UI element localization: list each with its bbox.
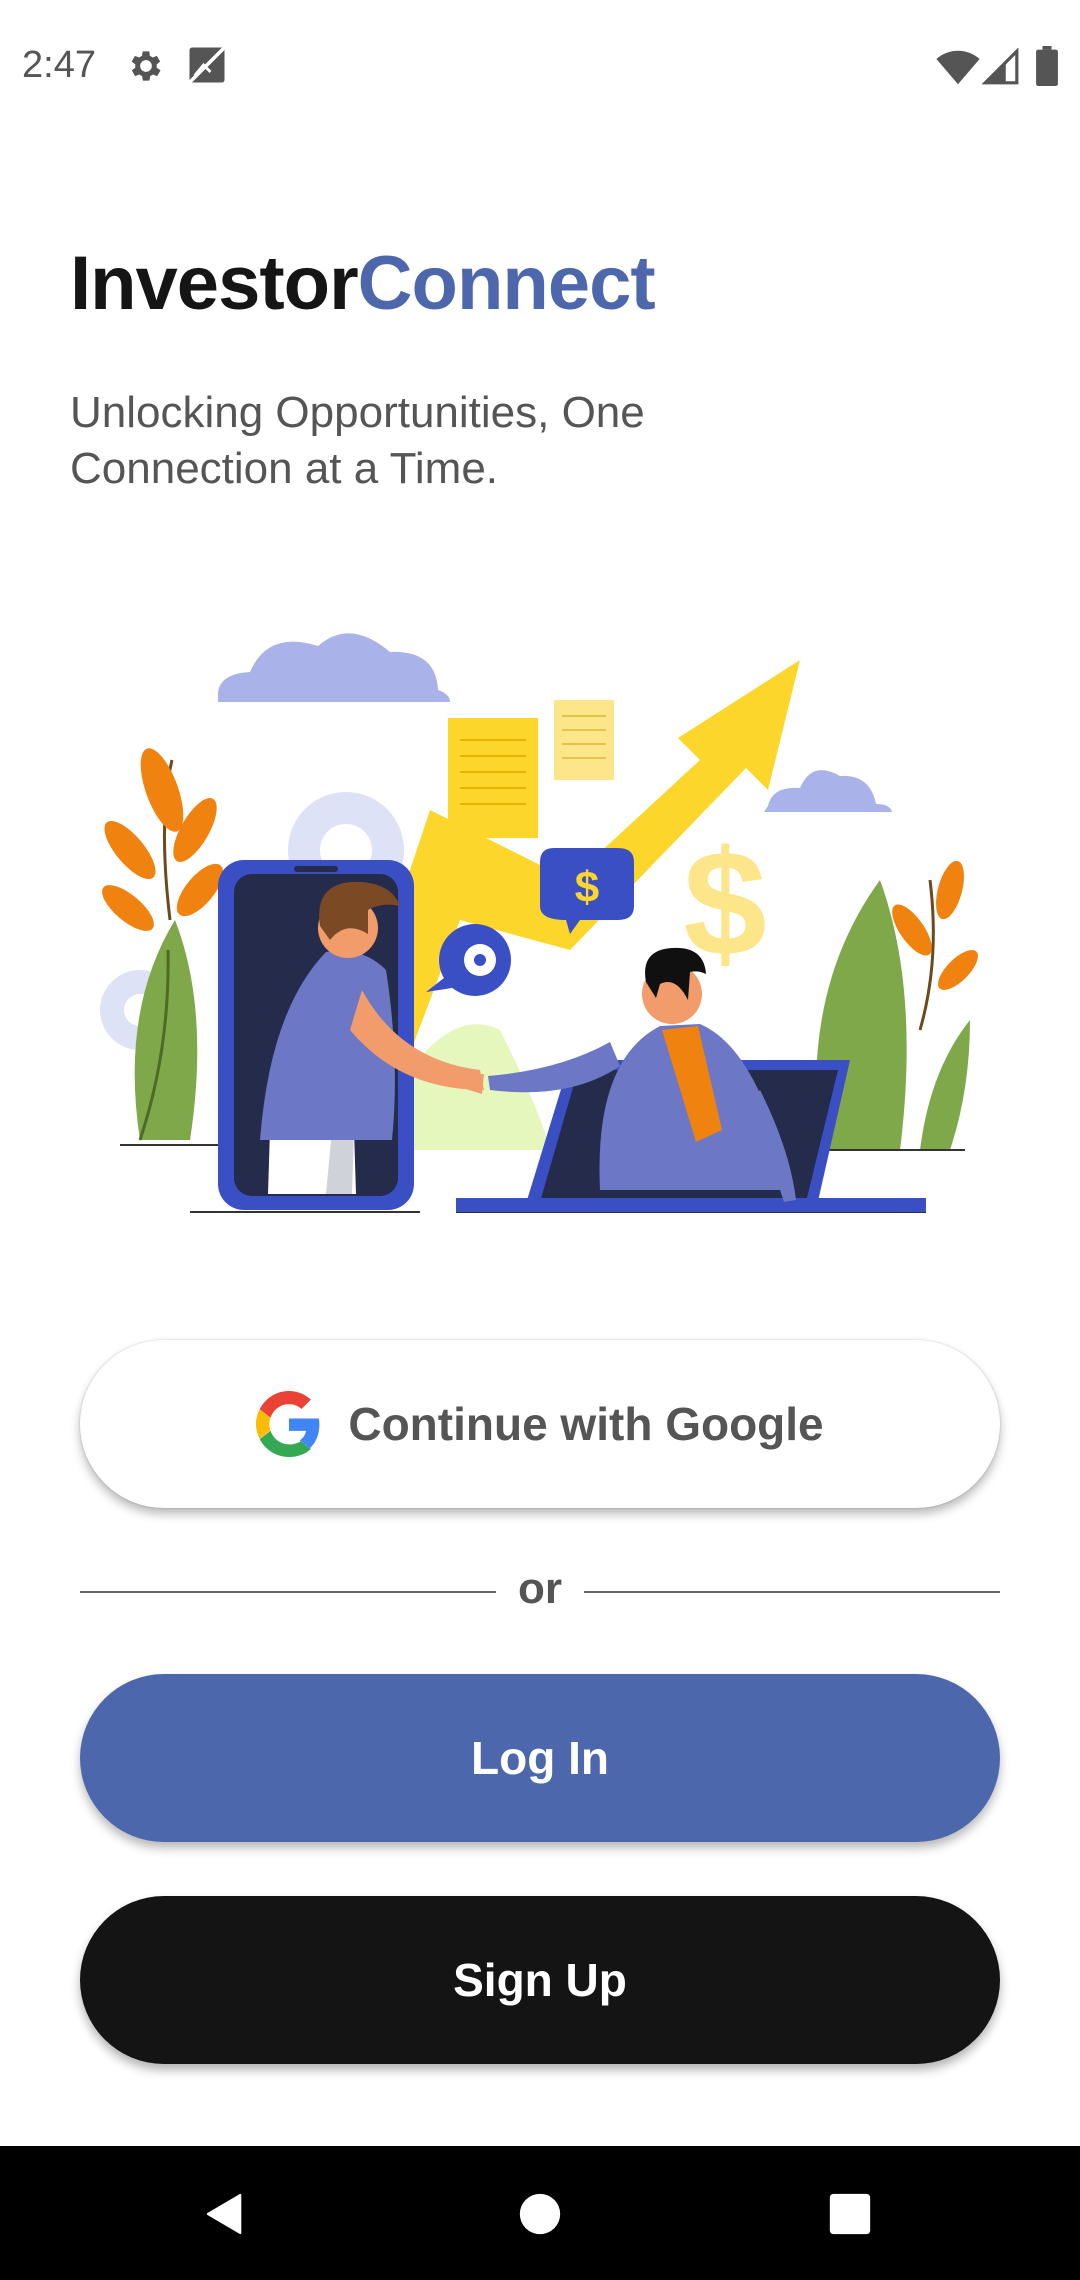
welcome-screen: 2:47 InvestorConnect Unlocking Opportuni… [0, 0, 1080, 2280]
svg-text:$: $ [575, 863, 599, 912]
google-button-label: Continue with Google [348, 1398, 824, 1450]
log-in-button[interactable]: Log In [80, 1674, 1000, 1842]
gear-icon [131, 51, 161, 81]
status-time: 2:47 [22, 44, 96, 86]
signal-icon [982, 48, 1019, 85]
navigation-bar [0, 2146, 1080, 2280]
battery-icon [1036, 46, 1058, 86]
image-icon [188, 46, 226, 84]
tagline: Unlocking Opportunities, One Connection … [70, 388, 645, 493]
sign-up-button[interactable]: Sign Up [80, 1896, 1000, 2064]
sign-up-label: Sign Up [453, 1954, 627, 2006]
app-title: InvestorConnect [70, 240, 656, 327]
app-title-investor: Investor [70, 241, 359, 326]
divider-line-right [584, 1591, 1000, 1593]
back-icon[interactable] [202, 2190, 248, 2238]
app-title-connect: Connect [357, 241, 656, 326]
recents-icon[interactable] [828, 2192, 872, 2236]
status-bar: 2:47 [0, 0, 1080, 130]
handshake-illustration: $ $ [100, 633, 978, 1213]
wifi-icon [936, 50, 980, 85]
or-divider: or [80, 1560, 1000, 1620]
log-in-label: Log In [471, 1732, 609, 1784]
google-logo-icon [256, 1391, 320, 1457]
home-icon[interactable] [518, 2192, 562, 2236]
continue-with-google-button[interactable]: Continue with Google [80, 1340, 1000, 1508]
divider-label: or [518, 1564, 562, 1613]
